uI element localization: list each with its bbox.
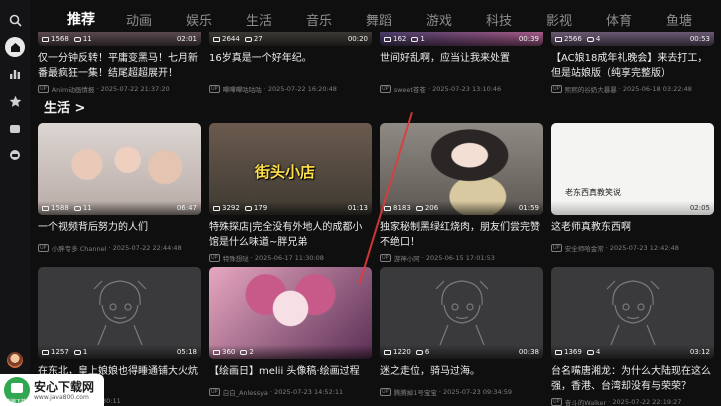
search-icon[interactable] <box>7 12 23 28</box>
video-card[interactable]: 老东西真教笑说 02:05 这老师真教东西啊 UP 安全师哈金常 · 2025-0… <box>551 123 714 253</box>
video-author[interactable]: 白白_Anlessya <box>223 387 268 397</box>
home-icon[interactable] <box>5 37 25 57</box>
video-date: 2025-07-22 22:44:48 <box>112 244 182 252</box>
video-date: 2025-07-22 22:19:27 <box>612 398 682 406</box>
video-date: 2025-07-22 21:37:20 <box>100 85 170 93</box>
up-badge: UP <box>38 85 49 93</box>
video-date: 2025-06-17 11:30:08 <box>254 254 324 262</box>
video-thumbnail[interactable]: 1257 1 05:18 <box>38 267 201 359</box>
watermark-logo: 安心下载网 www.java800.com 电脑下载 <box>0 374 104 406</box>
video-thumbnail[interactable]: 1568 11 02:01 <box>38 32 201 46</box>
up-badge: UP <box>551 85 562 93</box>
video-title[interactable]: 这老师真教东西啊 <box>551 220 714 235</box>
video-author[interactable]: 安全师哈金常 <box>565 243 604 253</box>
video-author[interactable]: 小胖专多 Channel <box>52 243 107 253</box>
tab-sports[interactable]: 体育 <box>606 10 632 29</box>
logo-sub: 电脑下载 <box>6 399 27 405</box>
up-badge: UP <box>209 254 220 262</box>
video-author[interactable]: 熙熙的谷奶大暴暴 <box>565 84 617 94</box>
video-thumbnail[interactable]: 2566 4 00:53 <box>551 32 714 46</box>
video-date: 2025-06-18 03:22:48 <box>622 85 692 93</box>
video-title[interactable]: 仅一分钟反转！平庸变黑马！七月新番最疯狂一集！结尾超超展开！ <box>38 51 201 81</box>
video-title[interactable]: 【AC娘18成年礼晚会】来去打工，但是站娘版（纯享完整版） <box>551 51 714 81</box>
video-title[interactable]: 特殊探店|完全没有外地人的成都小馆是什么味道~胖兄弟 <box>209 220 372 250</box>
up-badge: UP <box>380 85 391 93</box>
video-card[interactable]: 1588 11 06:47 一个视频背后努力的人们 UP 小胖专多 Channel ·… <box>38 123 201 253</box>
video-date: 2025-07-23 12:42:48 <box>609 244 679 252</box>
message-icon[interactable] <box>7 121 23 137</box>
video-thumbnail[interactable]: 1220 6 00:38 <box>380 267 543 359</box>
video-card[interactable]: 162 1 00:39 世间好乱啊，应当让我来处置 UP sweet苍苍 · 2025… <box>380 32 543 94</box>
section-title-life[interactable]: 生活 > <box>44 97 85 116</box>
video-title[interactable]: 独家秘制黑绿红烧肉，朋友们尝完赞不绝口！ <box>380 220 543 250</box>
video-date: 2025-07-23 14:52:11 <box>274 388 344 396</box>
video-card[interactable]: 2644 27 00:20 16岁真是一个好年纪。 UP 嗶嗶嗶咕咕咕 · 2025-… <box>209 32 372 94</box>
tab-life[interactable]: 生活 <box>246 10 272 29</box>
up-badge: UP <box>209 85 220 93</box>
star-icon[interactable] <box>7 93 23 109</box>
tab-anime[interactable]: 动画 <box>126 10 152 29</box>
video-thumbnail[interactable]: 162 1 00:39 <box>380 32 543 46</box>
tab-recommend[interactable]: 推荐 <box>67 9 95 29</box>
video-card[interactable]: 8183 206 01:59 独家秘制黑绿红烧肉，朋友们尝完赞不绝口！ UP 游神小阿… <box>380 123 543 263</box>
thumbnail-caption: 街头小店 <box>255 163 316 181</box>
video-thumbnail[interactable]: 360 2 <box>209 267 372 359</box>
up-badge: UP <box>551 244 562 252</box>
video-title[interactable]: 台名嘴唐湘龙：为什么大陆现在这么强，香港、台湾却没有与荣荣？ <box>551 364 714 394</box>
ranking-icon[interactable] <box>7 66 23 82</box>
video-card[interactable]: 360 2 【绘画日】melii 头像稿·绘画过程 UP 白白_Anlessya ·… <box>209 267 372 397</box>
tab-film[interactable]: 影视 <box>546 10 572 29</box>
tab-music[interactable]: 音乐 <box>306 10 332 29</box>
user-avatar[interactable] <box>7 352 23 368</box>
video-author[interactable]: 特殊想哒 <box>223 253 249 263</box>
video-date: 2025-06-15 17:01:53 <box>425 254 495 262</box>
video-card[interactable]: 1220 6 00:38 迷之走位，骑马过海。 UP 腾腾掉1号宝宝 · 2025-0… <box>380 267 543 397</box>
logo-url: www.java800.com <box>34 394 89 401</box>
logo-name: 安心下载网 <box>34 380 95 394</box>
video-card[interactable]: 2566 4 00:53 【AC娘18成年礼晚会】来去打工，但是站娘版（纯享完整版）… <box>551 32 714 94</box>
placeholder-art <box>606 280 659 346</box>
video-card[interactable]: 1369 4 03:12 台名嘴唐湘龙：为什么大陆现在这么强，香港、台湾却没有与荣荣… <box>551 267 714 406</box>
video-thumbnail[interactable]: 2644 27 00:20 <box>209 32 372 46</box>
video-title[interactable]: 世间好乱啊，应当让我来处置 <box>380 51 543 81</box>
thumbnail-caption: 老东西真教笑说 <box>565 188 621 197</box>
placeholder-art <box>93 280 146 346</box>
video-author[interactable]: Anim动画情报 <box>52 84 95 94</box>
side-rail <box>0 0 30 406</box>
video-thumbnail[interactable]: 老东西真教笑说 02:05 <box>551 123 714 215</box>
video-author[interactable]: 奋斗的Walker <box>565 397 607 406</box>
video-date: 2025-07-22 16:20:48 <box>267 85 337 93</box>
tab-dance[interactable]: 舞蹈 <box>366 10 392 29</box>
tab-game[interactable]: 游戏 <box>426 10 452 29</box>
video-thumbnail[interactable]: 1369 4 03:12 <box>551 267 714 359</box>
category-tabs: 推荐 动画 娱乐 生活 音乐 舞蹈 游戏 科技 影视 体育 鱼塘 <box>30 0 721 36</box>
video-title[interactable]: 16岁真是一个好年纪。 <box>209 51 372 81</box>
video-date: 2025-07-23 09:34:59 <box>443 388 513 396</box>
bilibili-icon[interactable] <box>7 147 23 163</box>
tab-fishpond[interactable]: 鱼塘 <box>666 10 692 29</box>
video-card[interactable]: 1568 11 02:01 仅一分钟反转！平庸变黑马！七月新番最疯狂一集！结尾超超展… <box>38 32 201 94</box>
up-badge: UP <box>38 244 49 252</box>
video-author[interactable]: sweet苍苍 <box>394 84 426 94</box>
tab-entertainment[interactable]: 娱乐 <box>186 10 212 29</box>
up-badge: UP <box>380 254 391 262</box>
video-title[interactable]: 一个视频背后努力的人们 <box>38 220 201 235</box>
video-thumbnail[interactable]: 1588 11 06:47 <box>38 123 201 215</box>
video-author[interactable]: 游神小阿 <box>394 253 420 263</box>
video-thumbnail[interactable]: 街头小店 3292 179 01:13 <box>209 123 372 215</box>
up-badge: UP <box>380 388 391 396</box>
video-author[interactable]: 嗶嗶嗶咕咕咕 <box>223 84 262 94</box>
tab-tech[interactable]: 科技 <box>486 10 512 29</box>
video-title[interactable]: 迷之走位，骑马过海。 <box>380 364 543 379</box>
video-title[interactable]: 【绘画日】melii 头像稿·绘画过程 <box>209 364 372 379</box>
video-date: 2025-07-23 13:10:46 <box>432 85 502 93</box>
placeholder-art <box>435 280 488 346</box>
up-badge: UP <box>551 398 562 406</box>
video-card[interactable]: 街头小店 3292 179 01:13 特殊探店|完全没有外地人的成都小馆是什么味道… <box>209 123 372 263</box>
video-author[interactable]: 腾腾掉1号宝宝 <box>394 387 437 397</box>
up-badge: UP <box>209 388 220 396</box>
